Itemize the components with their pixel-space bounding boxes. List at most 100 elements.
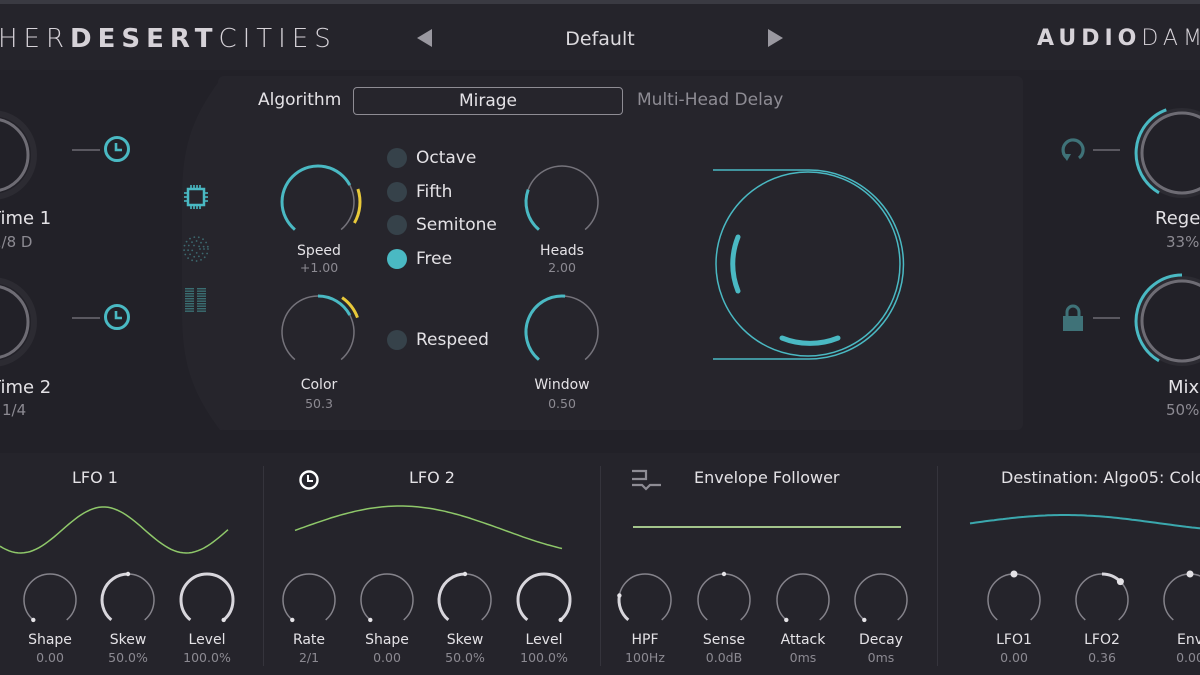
mix-label: Mix <box>1168 377 1200 398</box>
lfo1-shape-knob[interactable] <box>18 570 82 630</box>
preset-name[interactable]: Default <box>500 28 700 50</box>
speed-label: Speed <box>297 243 341 259</box>
product-logo: HERDESERTCITIES <box>0 24 337 54</box>
loop-icon[interactable] <box>1058 135 1088 165</box>
mode-octave[interactable]: Octave <box>387 148 476 168</box>
envelope-sense-label: Sense <box>702 632 746 648</box>
lock-icon[interactable] <box>1060 303 1086 333</box>
lfo2-skew-knob[interactable] <box>433 570 497 630</box>
heads-label: Heads <box>540 243 584 259</box>
envelope-decay-knob[interactable] <box>849 570 913 630</box>
destination-lfo1-knob[interactable] <box>982 570 1046 630</box>
lfo1-shape-label: Shape <box>28 632 72 648</box>
time1-label: Time 1 <box>0 208 52 229</box>
lfo1-skew-value: 50.0% <box>108 650 148 665</box>
color-knob[interactable] <box>278 292 368 372</box>
window-knob[interactable] <box>518 292 608 372</box>
prev-preset-button[interactable] <box>417 29 432 47</box>
envelope-sense-knob[interactable] <box>692 570 756 630</box>
destination-lfo1-value: 0.00 <box>1000 650 1028 665</box>
logo-part: HER <box>0 24 71 54</box>
logo-part: CITIES <box>218 24 337 54</box>
window-value: 0.50 <box>548 396 576 411</box>
algorithm-label: Algorithm <box>258 90 342 110</box>
window-label: Window <box>534 377 590 393</box>
algorithm-select[interactable]: Mirage <box>353 87 623 115</box>
next-preset-button[interactable] <box>768 29 783 47</box>
destination-lfo2-knob[interactable] <box>1070 570 1134 630</box>
destination-env-knob[interactable] <box>1158 570 1200 630</box>
destination-env-value: 0.00 <box>1176 650 1200 665</box>
clock-icon[interactable] <box>103 303 131 331</box>
envelope-attack-value: 0ms <box>789 650 817 665</box>
destination-title: Destination: Algo05: Colo <box>1001 468 1200 487</box>
envelope-attack-label: Attack <box>780 632 826 648</box>
lfo1-waveform <box>0 506 229 554</box>
destination-lfo1-label: LFO1 <box>996 632 1032 648</box>
time2-knob[interactable] <box>0 272 70 382</box>
mix-knob[interactable] <box>1125 268 1200 373</box>
destination-waveform <box>969 514 1200 530</box>
chip-icon[interactable] <box>183 184 209 210</box>
lfo1-title: LFO 1 <box>72 468 118 487</box>
lfo2-skew-value: 50.0% <box>445 650 485 665</box>
destination-lfo2-value: 0.36 <box>1088 650 1116 665</box>
lfo1-shape-value: 0.00 <box>36 650 64 665</box>
delay-heads-visualizer <box>713 169 905 360</box>
mode-fifth[interactable]: Fifth <box>387 182 452 202</box>
time1-knob[interactable] <box>0 105 70 215</box>
radio-dot <box>387 182 407 202</box>
connector-line <box>72 149 100 151</box>
envelope-attack-knob[interactable] <box>771 570 835 630</box>
envelope-hpf-label: HPF <box>631 632 659 648</box>
radio-dot <box>387 330 407 350</box>
divider <box>263 466 264 666</box>
time1-value: 1/8 D <box>0 233 33 251</box>
envelope-title: Envelope Follower <box>694 468 840 487</box>
radio-dot <box>387 215 407 235</box>
destination-env-label: Env <box>1176 632 1200 648</box>
lfo2-waveform <box>294 505 563 550</box>
lfo2-level-knob[interactable] <box>512 570 576 630</box>
mode-semitone[interactable]: Semitone <box>387 215 497 235</box>
mode-label: Semitone <box>416 215 497 235</box>
regen-knob[interactable] <box>1125 100 1200 205</box>
heads-knob[interactable] <box>518 162 608 242</box>
mode-label: Octave <box>416 148 477 168</box>
mix-value: 50% <box>1166 401 1200 419</box>
color-label: Color <box>300 377 338 393</box>
lfo2-shape-knob[interactable] <box>355 570 419 630</box>
destination-lfo2-label: LFO2 <box>1084 632 1120 648</box>
logo-part: DAMA <box>1141 26 1200 51</box>
lfo2-title: LFO 2 <box>409 468 455 487</box>
speed-value: +1.00 <box>299 260 339 275</box>
radio-dot-selected <box>387 249 407 269</box>
mode-label: Fifth <box>416 182 453 202</box>
head-marker <box>730 234 741 294</box>
lfo2-shape-value: 0.00 <box>373 650 401 665</box>
sidechain-icon[interactable] <box>630 467 664 493</box>
heads-value: 2.00 <box>548 260 576 275</box>
header: HERDESERTCITIES Default AUDIODAMA <box>0 4 1200 70</box>
speed-knob[interactable] <box>278 162 368 242</box>
envelope-decay-value: 0ms <box>867 650 895 665</box>
respeed-toggle[interactable]: Respeed <box>387 330 489 350</box>
mode-free[interactable]: Free <box>387 249 452 269</box>
clock-icon[interactable] <box>103 135 131 163</box>
lfo2-level-label: Level <box>525 632 563 648</box>
lfo1-skew-knob[interactable] <box>96 570 160 630</box>
radio-dot <box>387 148 407 168</box>
logo-part-bold: DESERT <box>70 24 219 54</box>
lfo1-level-knob[interactable] <box>175 570 239 630</box>
clock-icon[interactable] <box>298 469 320 491</box>
envelope-hpf-value: 100Hz <box>625 650 665 665</box>
mode-label: Free <box>416 249 453 269</box>
dots-circle-icon[interactable] <box>183 236 209 262</box>
grid-icon[interactable] <box>184 287 208 313</box>
head-marker <box>779 335 841 346</box>
lfo2-rate-knob[interactable] <box>277 570 341 630</box>
divider <box>600 466 601 666</box>
regen-value: 33% <box>1166 233 1200 251</box>
envelope-hpf-knob[interactable] <box>613 570 677 630</box>
envelope-sense-value: 0.0dB <box>705 650 743 665</box>
